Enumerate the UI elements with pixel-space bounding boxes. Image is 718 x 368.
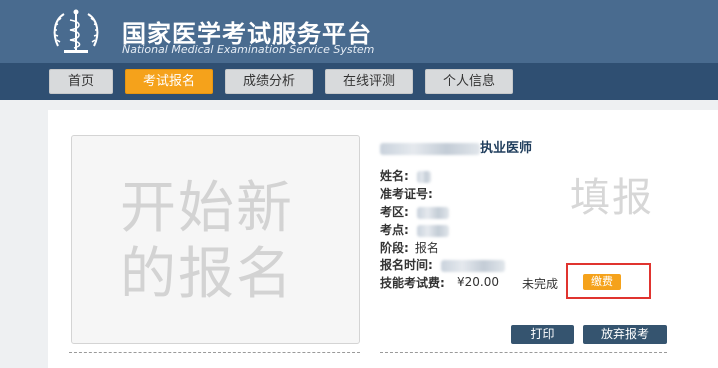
redacted-text xyxy=(380,142,480,155)
nav-personal-info[interactable]: 个人信息 xyxy=(425,69,513,94)
nav-exam-registration[interactable]: 考试报名 xyxy=(125,69,213,94)
fee-label: 技能考试费: xyxy=(380,276,445,290)
nav-score-analysis[interactable]: 成绩分析 xyxy=(225,69,313,94)
field-time: 报名时间: xyxy=(380,257,505,273)
divider-left xyxy=(69,352,360,353)
main-nav: 首页 考试报名 成绩分析 在线评测 个人信息 xyxy=(0,63,718,100)
site-subtitle: National Medical Examination Service Sys… xyxy=(122,43,375,56)
new-registration-line1: 开始新 xyxy=(120,176,294,241)
pay-button[interactable]: 缴费 xyxy=(583,274,621,290)
field-site: 考点: xyxy=(380,222,449,238)
ticket-label: 准考证号: xyxy=(380,187,433,201)
fill-watermark: 填报 xyxy=(570,175,654,221)
nav-home[interactable]: 首页 xyxy=(49,69,113,94)
redacted-text xyxy=(416,224,449,237)
fee-status: 未完成 xyxy=(522,277,559,291)
new-registration-card[interactable]: 开始新 的报名 xyxy=(71,135,360,344)
site-label: 考点: xyxy=(380,223,409,237)
field-region: 考区: xyxy=(380,204,449,220)
field-name: 姓名: xyxy=(380,168,431,184)
new-registration-line2: 的报名 xyxy=(120,242,294,307)
print-button[interactable]: 打印 xyxy=(511,325,574,344)
redacted-text xyxy=(440,259,505,272)
exam-title-suffix: 执业医师 xyxy=(480,141,533,156)
stage-label: 阶段: xyxy=(380,241,409,255)
field-fee: 技能考试费: xyxy=(380,275,445,291)
caduceus-emblem-icon xyxy=(53,9,99,53)
header-bar: 国家医学考试服务平台 National Medical Examination … xyxy=(0,0,718,63)
exam-title: 执业医师 xyxy=(380,137,532,156)
nav-online-assessment[interactable]: 在线评测 xyxy=(325,69,413,94)
name-label: 姓名: xyxy=(380,169,409,183)
redacted-text xyxy=(416,170,431,183)
abandon-registration-button[interactable]: 放弃报考 xyxy=(583,325,667,344)
field-ticket: 准考证号: xyxy=(380,186,433,202)
divider-right xyxy=(380,352,667,353)
stage-value: 报名 xyxy=(414,241,439,255)
region-label: 考区: xyxy=(380,205,409,219)
redacted-text xyxy=(416,206,449,219)
time-label: 报名时间: xyxy=(380,258,433,272)
new-registration-label: 开始新 的报名 xyxy=(120,176,320,308)
fee-amount: ¥20.00 xyxy=(457,275,499,289)
field-stage: 阶段: 报名 xyxy=(380,240,439,256)
